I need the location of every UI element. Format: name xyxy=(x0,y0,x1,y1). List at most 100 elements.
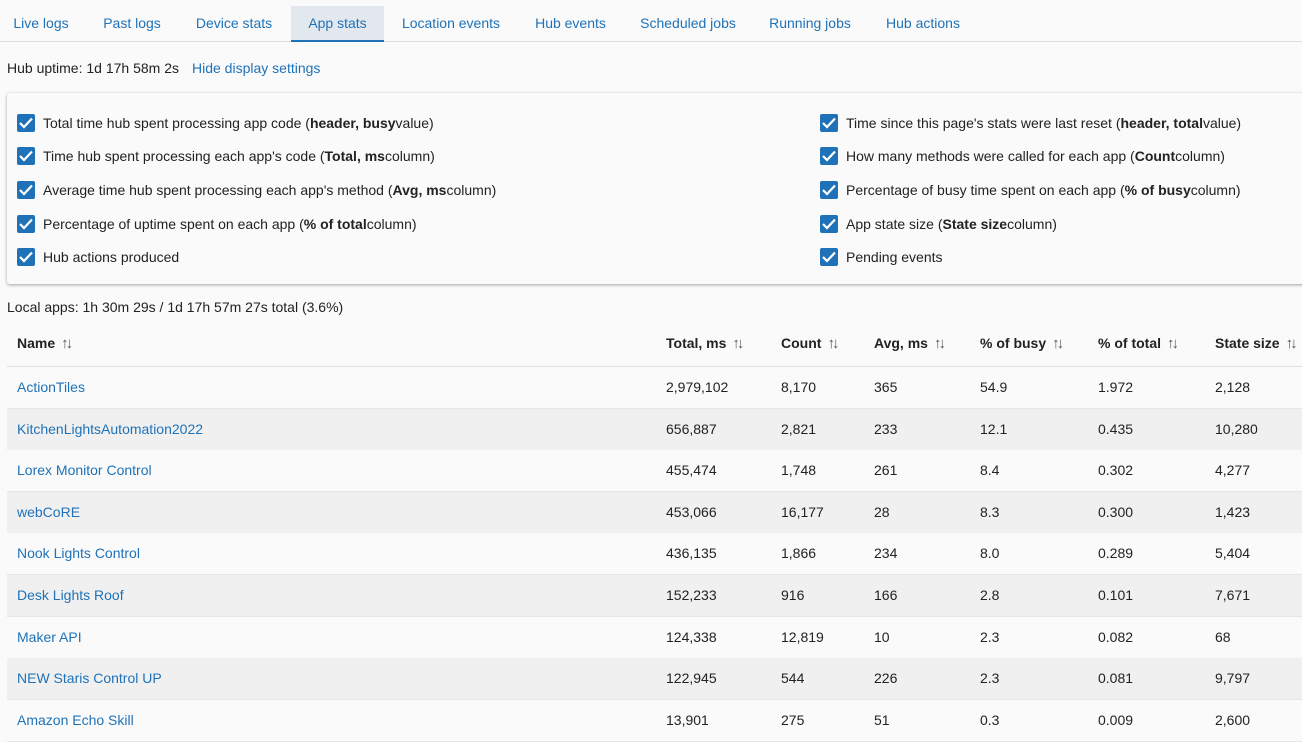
count-cell: 275 xyxy=(781,712,805,728)
pct-busy-cell: 0.3 xyxy=(980,712,1000,728)
pct-total-cell: 0.435 xyxy=(1098,421,1134,437)
setting-pct-total-column[interactable]: Percentage of uptime spent on each app (… xyxy=(17,213,417,235)
checkbox-checked-icon[interactable] xyxy=(820,147,838,165)
count-cell: 1,866 xyxy=(781,545,817,561)
setting-pct-busy-column[interactable]: Percentage of busy time spent on each ap… xyxy=(820,179,1241,201)
total-ms-cell: 2,979,102 xyxy=(666,379,729,395)
pct-busy-cell: 8.0 xyxy=(980,545,1000,561)
column-header-avg-ms[interactable]: Avg, ms ↑↓ xyxy=(874,335,946,352)
sort-icon[interactable]: ↑↓ xyxy=(827,335,839,352)
state-size-cell: 9,797 xyxy=(1215,670,1251,686)
setting-hub-actions[interactable]: Hub actions produced xyxy=(17,246,179,268)
checkbox-checked-icon[interactable] xyxy=(17,114,35,132)
pct-busy-cell: 2.3 xyxy=(980,629,1000,645)
app-name-link[interactable]: Maker API xyxy=(17,629,82,645)
pct-busy-cell: 54.9 xyxy=(980,379,1008,395)
column-header-state-size[interactable]: State size ↑↓ xyxy=(1215,335,1298,352)
column-header-name[interactable]: Name ↑↓ xyxy=(17,335,73,352)
avg-ms-cell: 234 xyxy=(874,545,898,561)
table-row: NEW Staris Control UP 122,945 544 226 2.… xyxy=(7,658,1302,700)
sort-icon[interactable]: ↑↓ xyxy=(61,335,73,352)
count-cell: 2,821 xyxy=(781,421,817,437)
count-cell: 1,748 xyxy=(781,462,817,478)
count-cell: 16,177 xyxy=(781,504,824,520)
app-name-link[interactable]: ActionTiles xyxy=(17,379,85,395)
state-size-cell: 68 xyxy=(1215,629,1231,645)
pct-busy-cell: 12.1 xyxy=(980,421,1008,437)
pct-busy-cell: 2.8 xyxy=(980,587,1000,603)
app-name-link[interactable]: Nook Lights Control xyxy=(17,545,140,561)
hide-display-settings-link[interactable]: Hide display settings xyxy=(192,60,320,76)
total-ms-cell: 455,474 xyxy=(666,462,717,478)
total-ms-cell: 124,338 xyxy=(666,629,717,645)
pct-busy-cell: 2.3 xyxy=(980,670,1000,686)
setting-count-column[interactable]: How many methods were called for each ap… xyxy=(820,145,1225,167)
app-name-link[interactable]: webCoRE xyxy=(17,504,80,520)
setting-total-busy-header[interactable]: Total time hub spent processing app code… xyxy=(17,112,434,134)
avg-ms-cell: 10 xyxy=(874,629,890,645)
local-apps-summary: Local apps: 1h 30m 29s / 1d 17h 57m 27s … xyxy=(7,299,344,315)
count-cell: 916 xyxy=(781,587,805,603)
total-ms-cell: 152,233 xyxy=(666,587,717,603)
tab-hub-actions[interactable]: Hub actions xyxy=(872,6,974,40)
sort-icon[interactable]: ↑↓ xyxy=(1167,335,1179,352)
checkbox-checked-icon[interactable] xyxy=(17,215,35,233)
table-row: Nook Lights Control 436,135 1,866 234 8.… xyxy=(7,533,1302,575)
avg-ms-cell: 166 xyxy=(874,587,898,603)
setting-total-ms-column[interactable]: Time hub spent processing each app's cod… xyxy=(17,145,435,167)
table-row: ActionTiles 2,979,102 8,170 365 54.9 1.9… xyxy=(7,367,1302,409)
state-size-cell: 10,280 xyxy=(1215,421,1258,437)
setting-avg-ms-column[interactable]: Average time hub spent processing each a… xyxy=(17,179,496,201)
checkbox-checked-icon[interactable] xyxy=(17,181,35,199)
app-name-link[interactable]: Desk Lights Roof xyxy=(17,587,124,603)
table-row: webCoRE 453,066 16,177 28 8.3 0.300 1,42… xyxy=(7,492,1302,534)
tab-app-stats[interactable]: App stats xyxy=(291,6,384,42)
checkbox-checked-icon[interactable] xyxy=(17,147,35,165)
pct-total-cell: 1.972 xyxy=(1098,379,1134,395)
tab-live-logs[interactable]: Live logs xyxy=(0,6,82,40)
checkbox-checked-icon[interactable] xyxy=(820,215,838,233)
tab-hub-events[interactable]: Hub events xyxy=(523,6,618,40)
tab-location-events[interactable]: Location events xyxy=(389,6,513,40)
total-ms-cell: 436,135 xyxy=(666,545,717,561)
sort-icon[interactable]: ↑↓ xyxy=(1286,335,1298,352)
sort-icon[interactable]: ↑↓ xyxy=(1052,335,1064,352)
sort-icon[interactable]: ↑↓ xyxy=(934,335,946,352)
column-header-pct-busy[interactable]: % of busy ↑↓ xyxy=(980,335,1064,352)
column-header-pct-total[interactable]: % of total ↑↓ xyxy=(1098,335,1179,352)
state-size-cell: 2,128 xyxy=(1215,379,1251,395)
setting-pending-events[interactable]: Pending events xyxy=(820,246,943,268)
table-header: Name ↑↓ Total, ms ↑↓ Count ↑↓ Avg, ms ↑↓ % o… xyxy=(7,324,1302,367)
avg-ms-cell: 28 xyxy=(874,504,890,520)
checkbox-checked-icon[interactable] xyxy=(17,248,35,266)
avg-ms-cell: 51 xyxy=(874,712,890,728)
total-ms-cell: 656,887 xyxy=(666,421,717,437)
app-name-link[interactable]: Lorex Monitor Control xyxy=(17,462,152,478)
state-size-cell: 7,671 xyxy=(1215,587,1251,603)
tab-past-logs[interactable]: Past logs xyxy=(88,6,176,40)
count-cell: 12,819 xyxy=(781,629,824,645)
checkbox-checked-icon[interactable] xyxy=(820,114,838,132)
tab-scheduled-jobs[interactable]: Scheduled jobs xyxy=(628,6,748,40)
display-settings-panel: Total time hub spent processing app code… xyxy=(7,93,1302,284)
setting-state-size-column[interactable]: App state size (State size column) xyxy=(820,213,1057,235)
tab-device-stats[interactable]: Device stats xyxy=(182,6,286,40)
app-name-link[interactable]: KitchenLightsAutomation2022 xyxy=(17,421,203,437)
avg-ms-cell: 226 xyxy=(874,670,898,686)
table-row: Desk Lights Roof 152,233 916 166 2.8 0.1… xyxy=(7,575,1302,617)
app-name-link[interactable]: Amazon Echo Skill xyxy=(17,712,134,728)
pct-total-cell: 0.101 xyxy=(1098,587,1134,603)
total-ms-cell: 453,066 xyxy=(666,504,717,520)
pct-total-cell: 0.082 xyxy=(1098,629,1134,645)
tab-running-jobs[interactable]: Running jobs xyxy=(758,6,862,40)
app-name-link[interactable]: NEW Staris Control UP xyxy=(17,670,162,686)
sort-icon[interactable]: ↑↓ xyxy=(732,335,744,352)
column-header-total-ms[interactable]: Total, ms ↑↓ xyxy=(666,335,744,352)
table-row: Lorex Monitor Control 455,474 1,748 261 … xyxy=(7,450,1302,492)
table-row: KitchenLightsAutomation2022 656,887 2,82… xyxy=(7,409,1302,451)
setting-total-header[interactable]: Time since this page's stats were last r… xyxy=(820,112,1241,134)
pct-busy-cell: 8.3 xyxy=(980,504,1000,520)
column-header-count[interactable]: Count ↑↓ xyxy=(781,335,839,352)
checkbox-checked-icon[interactable] xyxy=(820,181,838,199)
checkbox-checked-icon[interactable] xyxy=(820,248,838,266)
